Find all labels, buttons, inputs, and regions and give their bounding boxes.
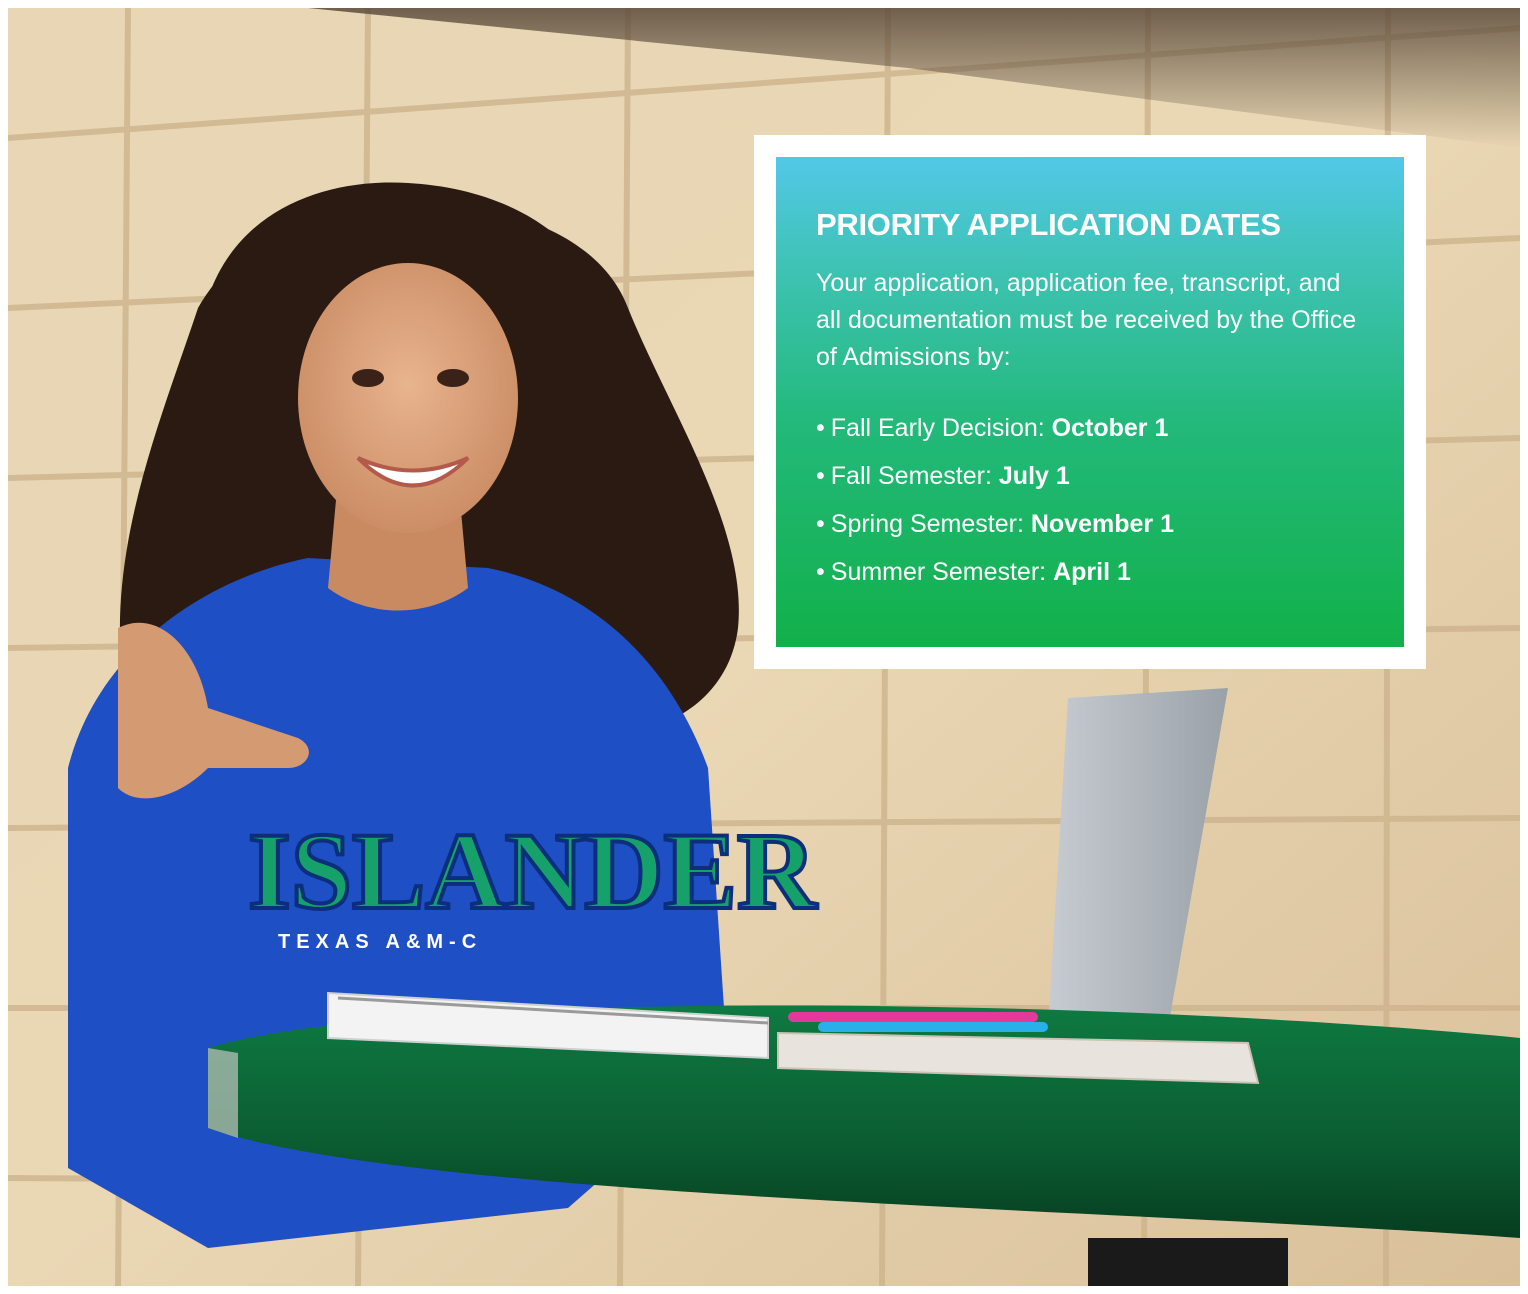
priority-dates-card: PRIORITY APPLICATION DATES Your applicat… (776, 157, 1404, 647)
shirt-text: ISLANDER (248, 810, 818, 932)
page: ISLANDER TEXAS A&M-C PRIORITY APPLICATIO… (0, 0, 1528, 1294)
date-item-fall-early-decision: • Fall Early Decision: October 1 (816, 404, 1364, 452)
svg-text:TEXAS A&M-C: TEXAS A&M-C (278, 931, 482, 953)
card-body-text: Your application, application fee, trans… (816, 268, 1357, 371)
date-value: April 1 (1053, 557, 1131, 586)
date-item-summer-semester: • Summer Semester: April 1 (816, 548, 1364, 596)
date-label: Fall Early Decision: (830, 413, 1045, 442)
date-label: Spring Semester: (830, 509, 1024, 538)
bullet-icon: • (816, 557, 825, 586)
date-item-spring-semester: • Spring Semester: November 1 (816, 500, 1364, 548)
bullet-icon: • (816, 461, 825, 490)
bullet-icon: • (816, 509, 825, 538)
date-value: October 1 (1051, 413, 1169, 442)
priority-dates-card-frame: PRIORITY APPLICATION DATES Your applicat… (754, 135, 1426, 669)
date-value: November 1 (1030, 509, 1174, 538)
date-value: July 1 (998, 461, 1070, 490)
priority-dates-list: • Fall Early Decision: October 1 • Fall Se… (816, 404, 1364, 596)
card-title: PRIORITY APPLICATION DATES (816, 207, 1281, 242)
date-item-fall-semester: • Fall Semester: July 1 (816, 452, 1364, 500)
bullet-icon: • (816, 413, 825, 442)
date-label: Fall Semester: (830, 461, 992, 490)
date-label: Summer Semester: (830, 557, 1047, 586)
